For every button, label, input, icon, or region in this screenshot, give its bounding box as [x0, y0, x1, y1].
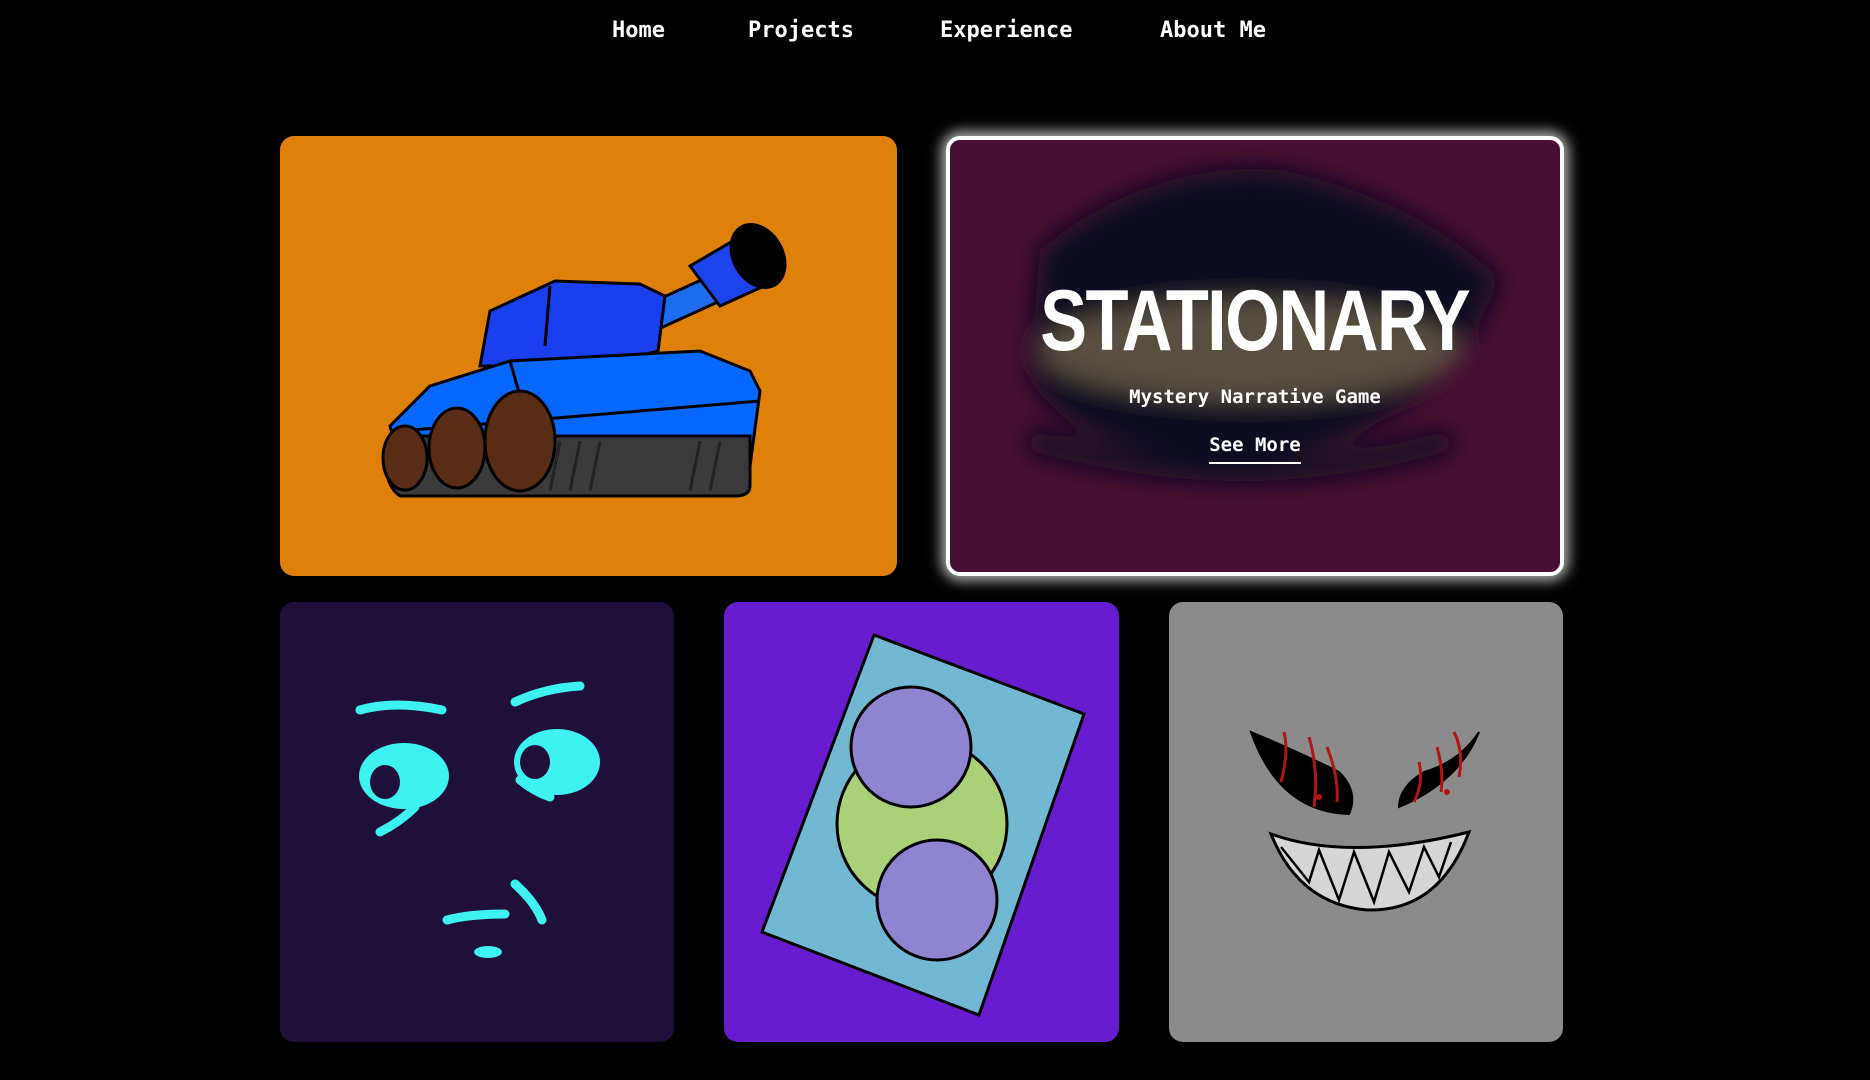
face-eyes: [359, 729, 600, 809]
nav-about-link[interactable]: About Me: [1160, 18, 1266, 43]
project-card-grin[interactable]: [1169, 602, 1563, 1042]
grin-illustration: [1249, 730, 1480, 912]
top-nav: Home Projects Experience About Me: [0, 0, 1870, 70]
project-card-tank[interactable]: [280, 136, 897, 576]
project-card-face[interactable]: [280, 602, 674, 1042]
stationary-subtitle: Mystery Narrative Game: [1129, 386, 1381, 408]
stationary-overlay: STATIONARY Mystery Narrative Game See Mo…: [950, 140, 1560, 572]
nav-experience-link[interactable]: Experience: [940, 18, 1072, 43]
circles-illustration: [760, 633, 1086, 1017]
project-card-stationary[interactable]: STATIONARY Mystery Narrative Game See Mo…: [946, 136, 1564, 576]
stationary-title: STATIONARY: [1040, 273, 1472, 369]
nav-home-link[interactable]: Home: [612, 18, 665, 43]
project-card-circles[interactable]: [724, 602, 1119, 1042]
tank-illustration: [381, 223, 787, 498]
nav-projects-link[interactable]: Projects: [748, 18, 854, 43]
face-illustration: [355, 681, 600, 958]
see-more-link[interactable]: See More: [1209, 434, 1301, 464]
